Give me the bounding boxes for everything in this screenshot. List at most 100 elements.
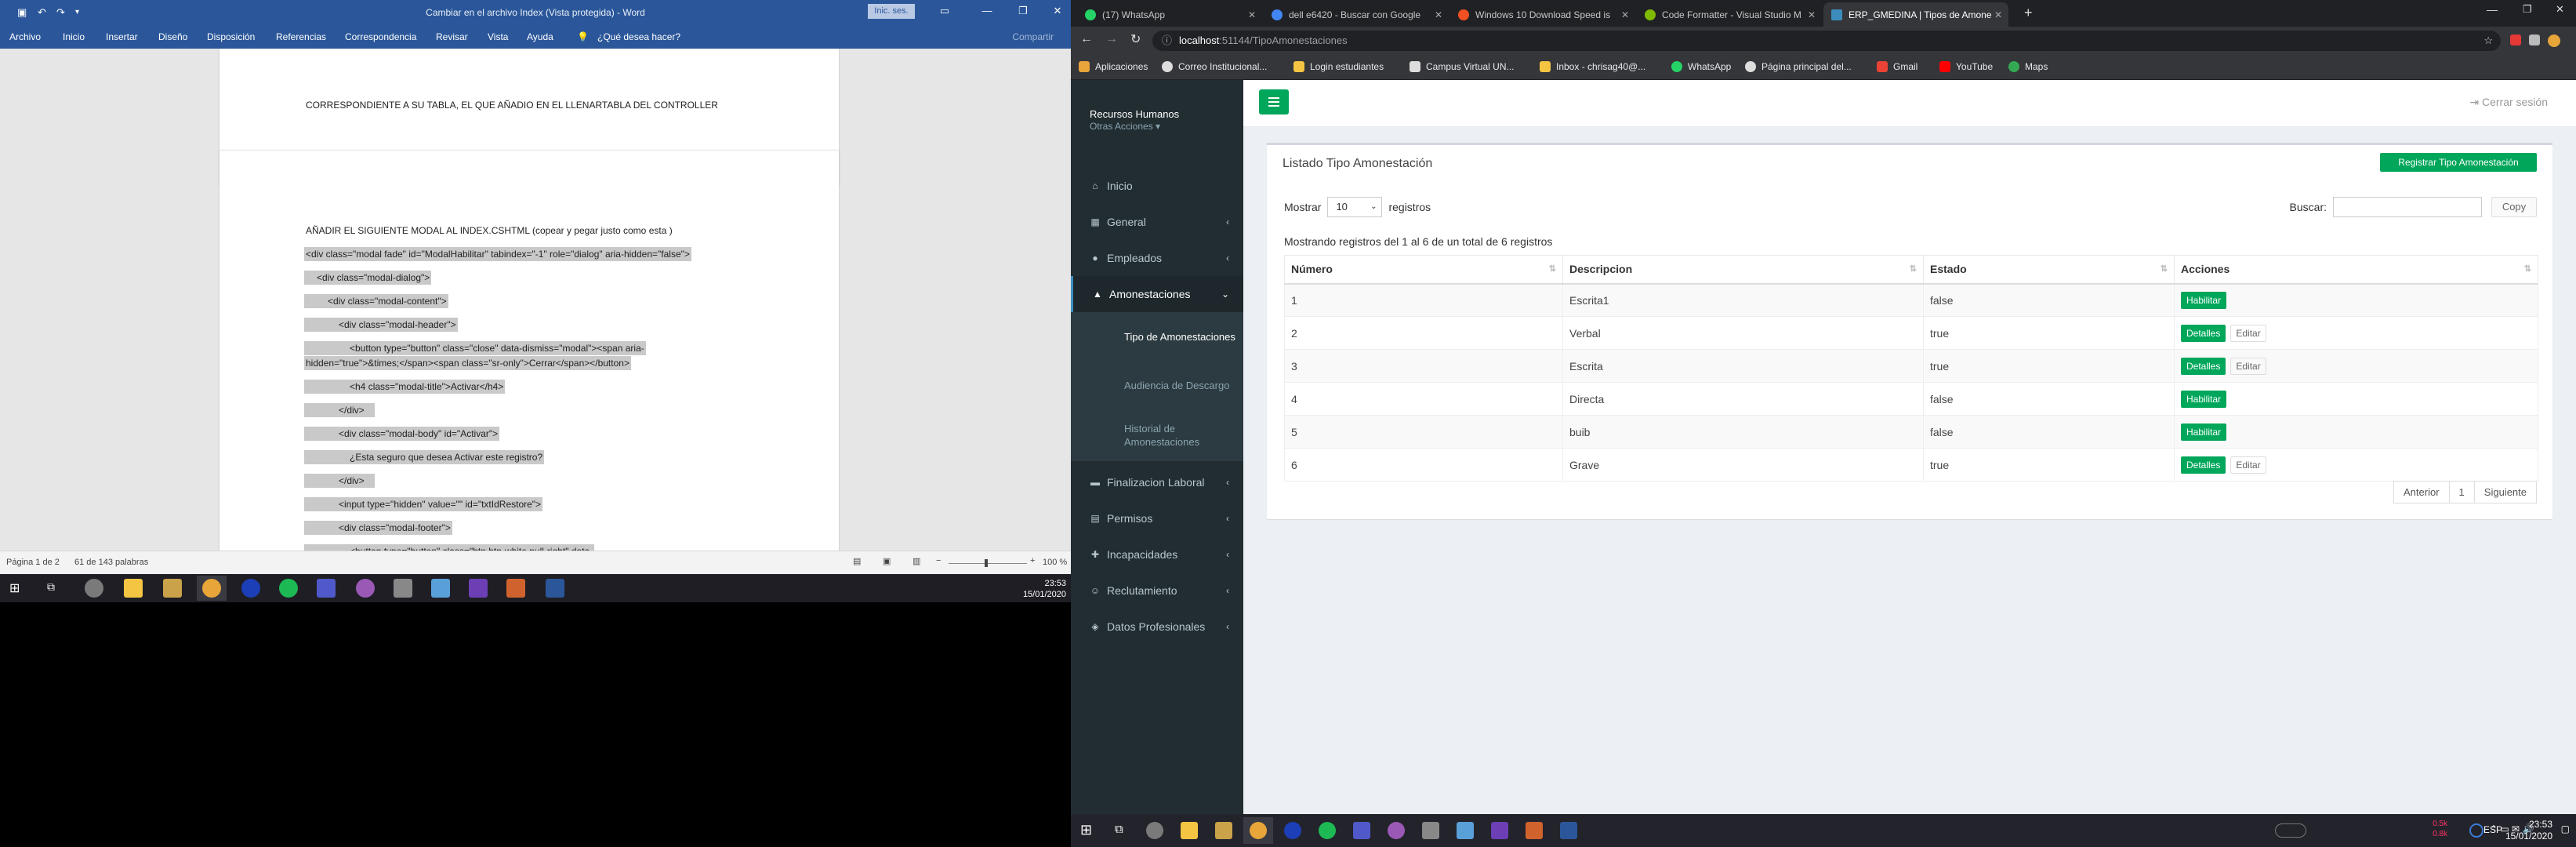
app-icon[interactable]	[1284, 822, 1301, 839]
chrome-icon[interactable]	[202, 579, 221, 598]
windows-start-icon[interactable]: ⊞	[1080, 822, 1092, 838]
teams-icon[interactable]	[1353, 822, 1370, 839]
column-header-acciones[interactable]: Acciones ⇅	[2174, 255, 2538, 285]
minimize-icon[interactable]: —	[2487, 3, 2498, 16]
close-tab-icon[interactable]: ✕	[1808, 9, 1816, 20]
signin-button[interactable]: Inic. ses.	[868, 4, 915, 19]
teams-icon[interactable]	[317, 579, 336, 598]
habilitar-button[interactable]: Habilitar	[2181, 390, 2227, 408]
store-icon[interactable]	[1215, 822, 1232, 839]
column-header-numero[interactable]: Número ⇅	[1284, 255, 1563, 285]
zoom-slider-thumb[interactable]	[985, 559, 988, 567]
back-icon[interactable]: ←	[1080, 32, 1093, 46]
zoom-level[interactable]: 100 %	[1043, 558, 1067, 567]
zoom-slider[interactable]	[949, 563, 1027, 564]
bookmark[interactable]: WhatsApp	[1671, 61, 1731, 72]
app-icon[interactable]	[241, 579, 260, 598]
language-indicator[interactable]: ESP	[2483, 824, 2502, 835]
file-explorer-icon[interactable]	[1181, 822, 1198, 839]
copy-button[interactable]: Copy	[2491, 197, 2537, 217]
print-layout-icon[interactable]: ▣	[883, 556, 891, 566]
tray-app-icon[interactable]	[2469, 823, 2483, 838]
bookmark-apps[interactable]: Aplicaciones	[1079, 61, 1148, 72]
widget-icon[interactable]	[2275, 823, 2306, 838]
visual-studio-icon[interactable]	[469, 579, 488, 598]
chrome-icon[interactable]	[1250, 822, 1267, 839]
tab-revisar[interactable]: Revisar	[436, 31, 468, 42]
store-icon[interactable]	[163, 579, 182, 598]
share-button[interactable]: Compartir	[1012, 31, 1054, 42]
app-icon[interactable]	[1457, 822, 1474, 839]
star-icon[interactable]: ☆	[2483, 31, 2493, 51]
page-length-select[interactable]: 10 ⌄	[1327, 197, 1383, 217]
bookmark[interactable]: Gmail	[1877, 61, 1917, 72]
settings-icon[interactable]	[394, 579, 412, 598]
document-canvas[interactable]: CORRESPONDIENTE A SU TABLA, EL QUE AÑADI…	[0, 49, 1071, 551]
task-view-icon[interactable]: ⧉	[1115, 823, 1123, 836]
spotify-icon[interactable]	[1319, 822, 1336, 839]
ribbon-display-icon[interactable]: ▭	[933, 5, 956, 20]
editar-button[interactable]: Editar	[2230, 456, 2266, 474]
register-button[interactable]: Registrar Tipo Amonestación	[2380, 153, 2537, 172]
sidebar-item-permisos[interactable]: ▤ Permisos ‹	[1071, 500, 1243, 536]
visual-studio-icon[interactable]	[1491, 822, 1508, 839]
prev-page-button[interactable]: Anterior	[2393, 481, 2450, 503]
sidebar-item-datos-profesionales[interactable]: ◈ Datos Profesionales ‹	[1071, 609, 1243, 645]
habilitar-button[interactable]: Habilitar	[2181, 291, 2227, 309]
reload-icon[interactable]: ↻	[1130, 31, 1141, 47]
clock[interactable]: 23:53 15/01/2020	[2505, 819, 2552, 842]
other-actions-dropdown[interactable]: Otras Acciones ▾	[1090, 121, 1160, 132]
app-icon[interactable]	[356, 579, 375, 598]
close-tab-icon[interactable]: ✕	[1435, 9, 1442, 20]
spotify-icon[interactable]	[279, 579, 298, 598]
sidebar-item-amonestaciones[interactable]: ▲ Amonestaciones ⌄	[1071, 276, 1243, 312]
tab-inicio[interactable]: Inicio	[63, 31, 85, 42]
column-header-estado[interactable]: Estado ⇅	[1923, 255, 2175, 285]
browser-tab-active[interactable]: ERP_GMEDINA | Tipos de Amone ✕	[1823, 2, 2008, 27]
tab-diseno[interactable]: Diseño	[158, 31, 187, 42]
zoom-in-icon[interactable]: +	[1030, 556, 1035, 565]
bookmark[interactable]: Página principal del...	[1745, 61, 1852, 72]
new-tab-icon[interactable]: +	[2024, 5, 2033, 21]
info-icon[interactable]: ⓘ	[1162, 31, 1172, 51]
bookmark[interactable]: Maps	[2008, 61, 2048, 72]
tab-insertar[interactable]: Insertar	[106, 31, 138, 42]
browser-tab[interactable]: Windows 10 Download Speed is ✕	[1450, 2, 1635, 27]
close-tab-icon[interactable]: ✕	[1994, 9, 2002, 20]
sidebar-subitem-audiencia[interactable]: Audiencia de Descargo	[1071, 361, 1243, 409]
search-input[interactable]	[2333, 197, 2482, 217]
editar-button[interactable]: Editar	[2230, 357, 2266, 375]
extension-icon[interactable]	[2510, 35, 2521, 45]
file-explorer-icon[interactable]	[124, 579, 143, 598]
clock[interactable]: 23:53 15/01/2020	[1023, 578, 1066, 600]
habilitar-button[interactable]: Habilitar	[2181, 423, 2227, 441]
maximize-icon[interactable]: ❐	[2523, 3, 2532, 16]
sidebar-item-empleados[interactable]: ● Empleados ‹	[1071, 240, 1243, 276]
tell-me-search[interactable]: ¿Qué desea hacer?	[597, 31, 680, 42]
next-page-button[interactable]: Siguiente	[2473, 481, 2537, 503]
tab-ayuda[interactable]: Ayuda	[527, 31, 553, 42]
page-count[interactable]: Página 1 de 2	[6, 558, 60, 567]
tab-correspondencia[interactable]: Correspondencia	[345, 31, 416, 42]
cortana-icon[interactable]	[1146, 822, 1163, 839]
bookmark[interactable]: Inbox - chrisag40@...	[1540, 61, 1645, 72]
bookmark[interactable]: YouTube	[1939, 61, 1993, 72]
detalles-button[interactable]: Detalles	[2181, 456, 2226, 474]
web-layout-icon[interactable]: ▥	[912, 556, 920, 566]
app-icon[interactable]	[431, 579, 450, 598]
browser-tab[interactable]: (17) WhatsApp ✕	[1077, 2, 1262, 27]
extension-icon[interactable]	[2529, 35, 2540, 45]
close-icon[interactable]: ✕	[1046, 5, 1069, 20]
tab-vista[interactable]: Vista	[488, 31, 508, 42]
zoom-out-icon[interactable]: −	[936, 556, 941, 565]
sidebar-subitem-historial[interactable]: Historial de Amonestaciones	[1071, 409, 1243, 461]
settings-icon[interactable]	[1422, 822, 1439, 839]
read-mode-icon[interactable]: ▤	[853, 556, 861, 566]
detalles-button[interactable]: Detalles	[2181, 324, 2226, 342]
bookmark[interactable]: Correo Institucional...	[1162, 61, 1267, 72]
close-icon[interactable]: ✕	[2556, 3, 2564, 16]
word-icon[interactable]	[546, 579, 564, 598]
close-tab-icon[interactable]: ✕	[1248, 9, 1256, 20]
word-count[interactable]: 61 de 143 palabras	[74, 558, 148, 567]
sidebar-item-reclutamiento[interactable]: ☺ Reclutamiento ‹	[1071, 573, 1243, 609]
